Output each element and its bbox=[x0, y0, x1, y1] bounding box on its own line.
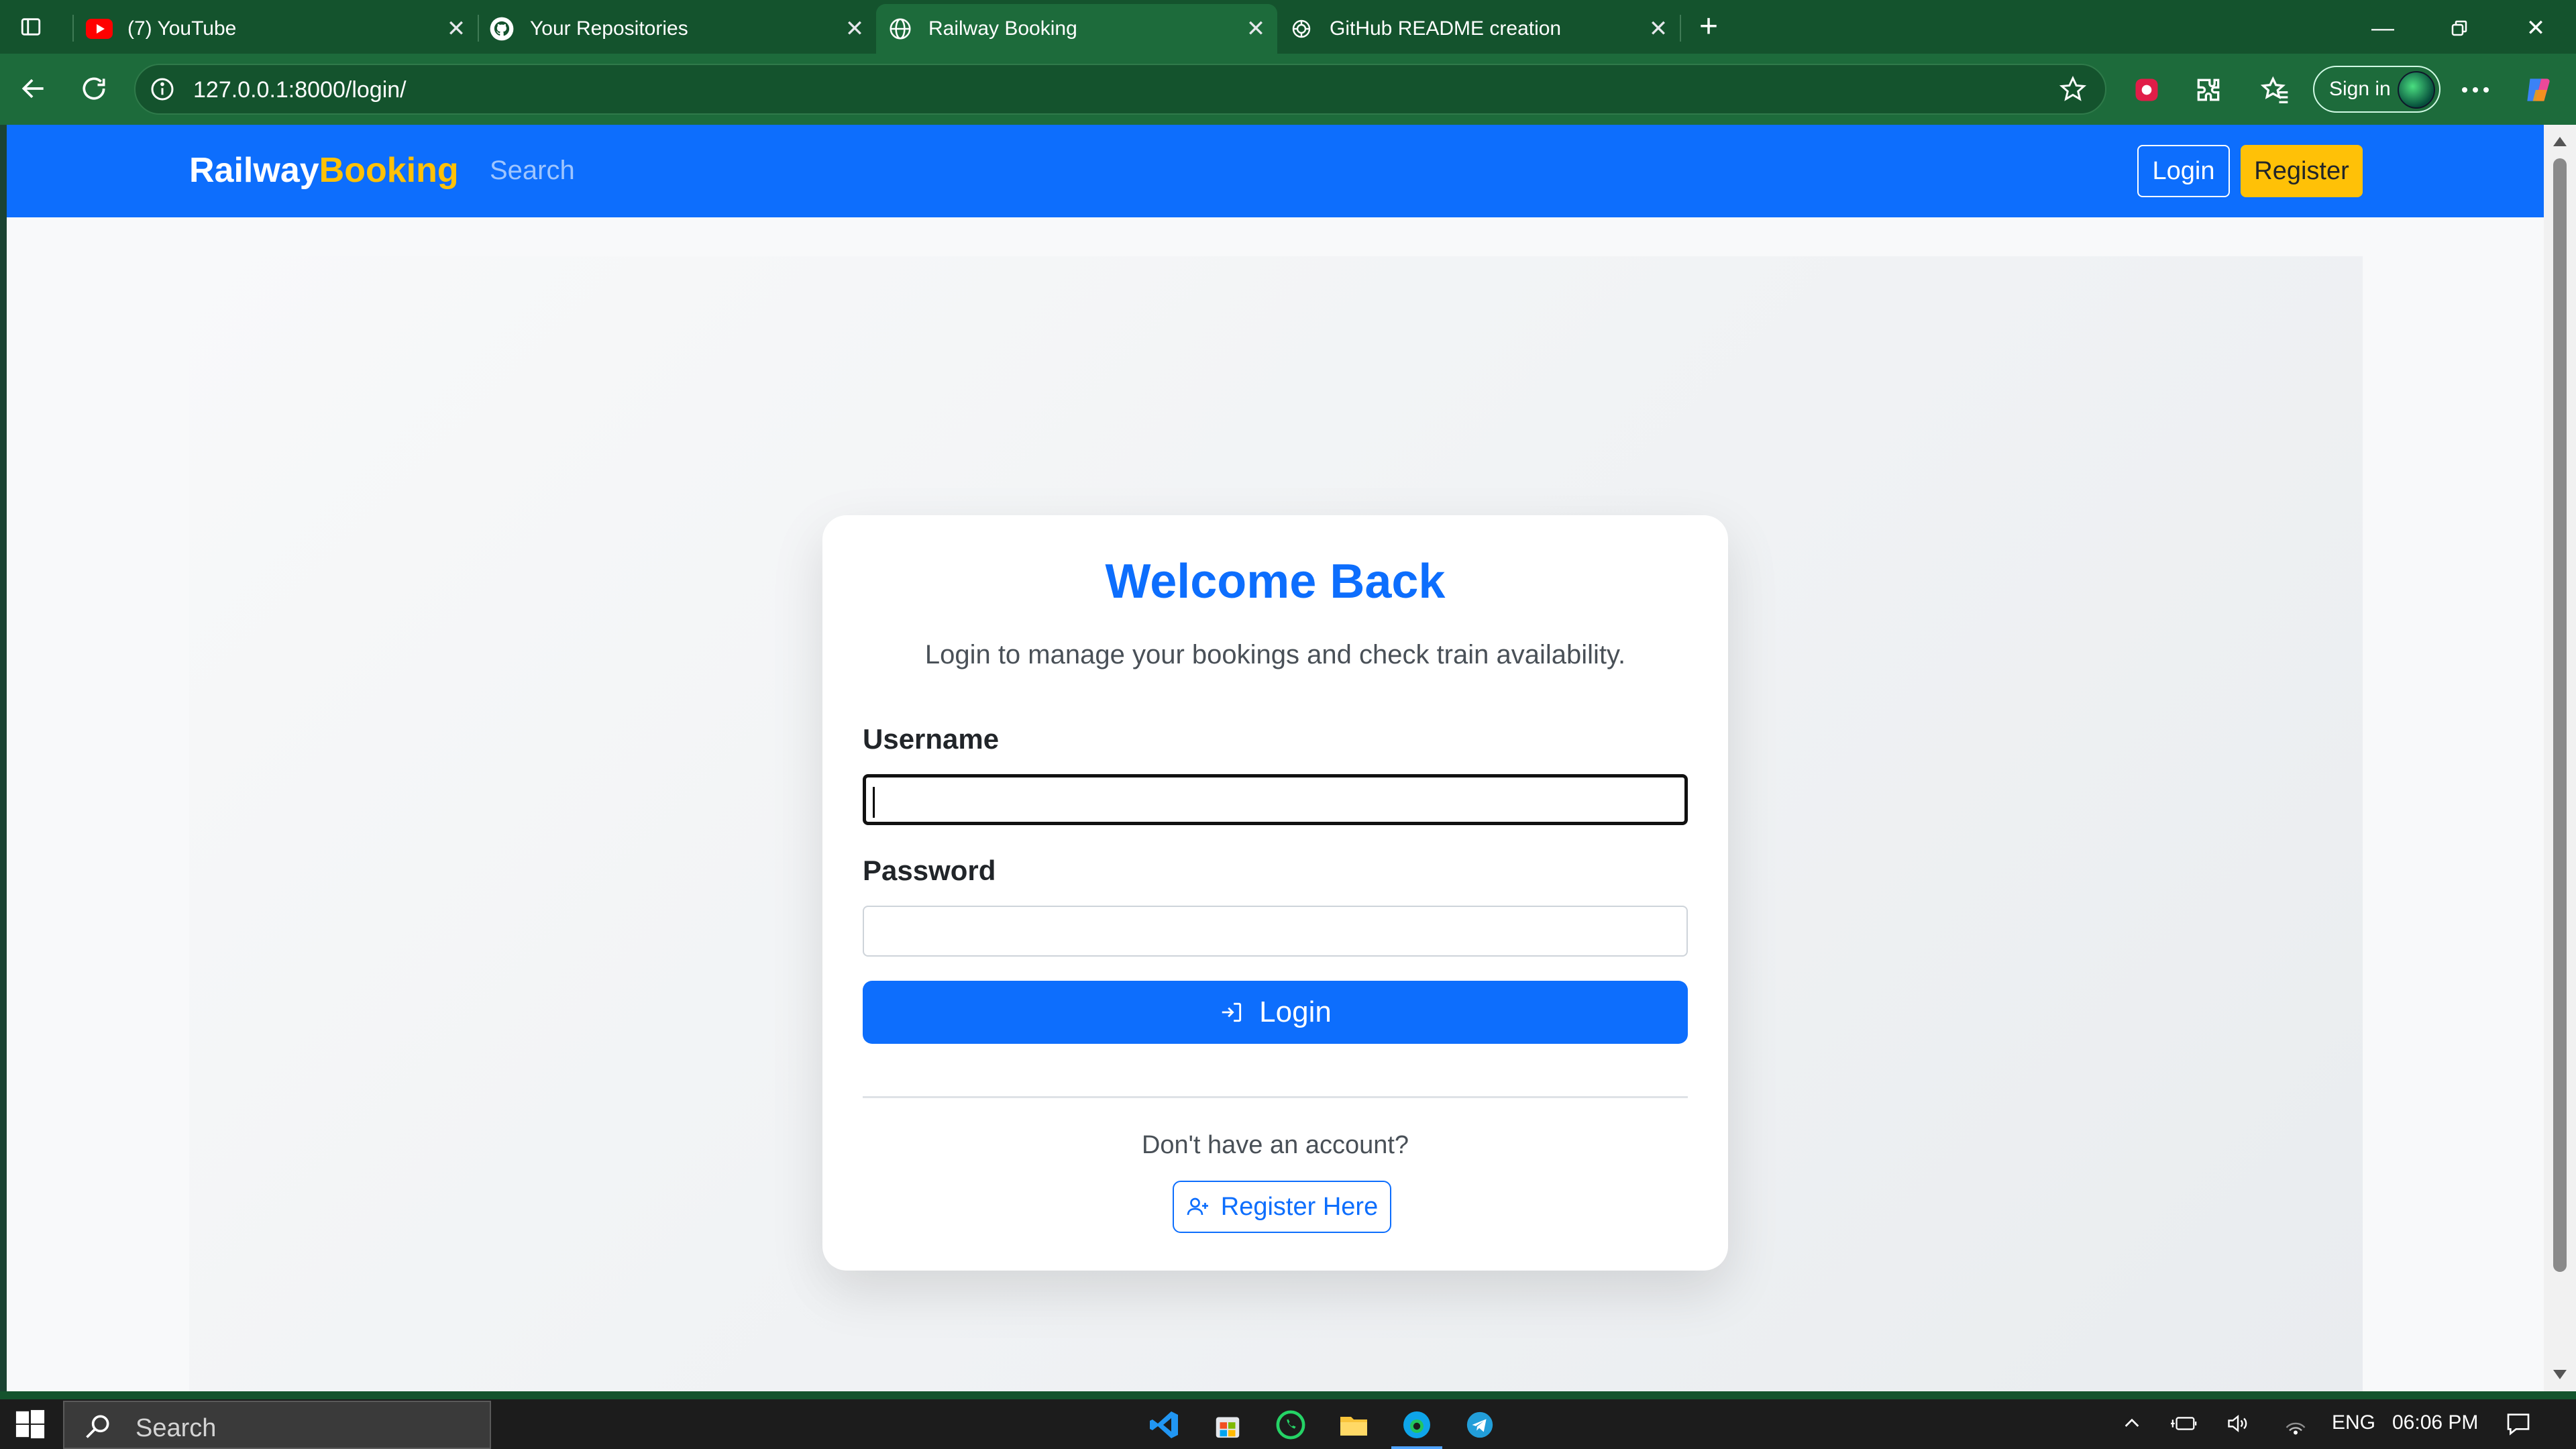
close-tab-icon[interactable]: ✕ bbox=[443, 15, 470, 42]
tab-title: Your Repositories bbox=[530, 17, 688, 40]
taskbar-search-box[interactable]: Search bbox=[63, 1401, 491, 1449]
tab-railway-booking[interactable]: Railway Booking ✕ bbox=[876, 4, 1277, 54]
close-tab-icon[interactable]: ✕ bbox=[1645, 15, 1672, 42]
person-add-icon bbox=[1187, 1197, 1208, 1216]
tab-title: GitHub README creation bbox=[1330, 17, 1562, 40]
restore-icon[interactable] bbox=[2432, 9, 2486, 47]
no-account-text: Don't have an account? bbox=[1141, 1131, 1409, 1159]
sign-in-button[interactable]: Sign in bbox=[2313, 66, 2440, 113]
page-subtitle: Login to manage your bookings and check … bbox=[924, 640, 1626, 669]
register-here-label: Register Here bbox=[1220, 1192, 1379, 1221]
volume-icon[interactable] bbox=[2224, 1410, 2251, 1437]
extension-red-icon[interactable] bbox=[2128, 71, 2165, 109]
username-label: Username bbox=[863, 723, 1000, 755]
more-options-icon[interactable] bbox=[2457, 71, 2494, 109]
favorite-star-icon[interactable] bbox=[2058, 74, 2088, 104]
scroll-thumb[interactable] bbox=[2553, 158, 2567, 1272]
username-field[interactable] bbox=[863, 774, 1688, 825]
extensions-icon[interactable] bbox=[2190, 71, 2227, 109]
scroll-down-arrow-icon[interactable] bbox=[2553, 1370, 2567, 1379]
nav-register-button[interactable]: Register bbox=[2241, 145, 2363, 197]
brand-logo[interactable]: RailwayBooking bbox=[189, 150, 459, 191]
tab-title: (7) YouTube bbox=[127, 17, 237, 40]
favorites-icon[interactable] bbox=[2257, 71, 2294, 109]
notifications-icon[interactable] bbox=[2505, 1410, 2532, 1437]
site-info-icon[interactable] bbox=[149, 76, 176, 103]
file-explorer-icon[interactable] bbox=[1335, 1406, 1373, 1444]
page-viewport: RailwayBooking Search Login Register Wel… bbox=[7, 125, 2544, 1391]
search-icon bbox=[83, 1411, 113, 1444]
globe-icon bbox=[887, 15, 914, 42]
sign-in-arrow-icon bbox=[1222, 1002, 1242, 1022]
new-tab-icon[interactable]: + bbox=[1692, 9, 1725, 44]
back-icon[interactable] bbox=[13, 68, 54, 109]
window-bottom-border bbox=[0, 1391, 2576, 1399]
tray-chevron-up-icon[interactable] bbox=[2118, 1410, 2145, 1437]
microsoft-store-icon[interactable] bbox=[1209, 1406, 1246, 1444]
language-indicator[interactable]: ENG bbox=[2332, 1411, 2375, 1434]
password-label: Password bbox=[863, 855, 996, 886]
brand-accent: Booking bbox=[319, 151, 459, 190]
edge-browser-icon[interactable] bbox=[1391, 1406, 1442, 1449]
reload-icon[interactable] bbox=[74, 68, 114, 109]
telegram-icon[interactable] bbox=[1461, 1406, 1499, 1444]
nav-search-link[interactable]: Search bbox=[490, 156, 575, 186]
youtube-icon bbox=[86, 15, 113, 42]
page-scrollbar[interactable] bbox=[2544, 125, 2576, 1391]
page-title: Welcome Back bbox=[1105, 555, 1446, 608]
taskbar: Search ENG 06:06 PM bbox=[0, 1399, 2576, 1449]
text-caret bbox=[873, 787, 875, 818]
taskbar-search-label: Search bbox=[136, 1414, 217, 1442]
site-navbar: RailwayBooking Search Login Register bbox=[7, 125, 2544, 217]
sidebar-toggle-icon[interactable] bbox=[16, 12, 46, 42]
wifi-icon[interactable] bbox=[2282, 1410, 2309, 1437]
close-window-icon[interactable]: ✕ bbox=[2509, 9, 2563, 47]
login-card: Welcome Back Login to manage your bookin… bbox=[822, 515, 1728, 1271]
github-icon bbox=[488, 15, 515, 42]
vscode-icon[interactable] bbox=[1146, 1406, 1183, 1444]
whatsapp-icon[interactable] bbox=[1272, 1406, 1309, 1444]
url-text[interactable]: 127.0.0.1:8000/login/ bbox=[193, 77, 407, 103]
browser-toolbar: 127.0.0.1:8000/login/ Sign in bbox=[0, 54, 2576, 125]
password-field[interactable] bbox=[863, 906, 1688, 957]
clock[interactable]: 06:06 PM bbox=[2392, 1411, 2478, 1434]
avatar bbox=[2398, 71, 2435, 109]
login-submit-button[interactable]: Login bbox=[863, 981, 1688, 1044]
minimize-icon[interactable]: — bbox=[2356, 9, 2410, 47]
address-bar[interactable]: 127.0.0.1:8000/login/ bbox=[134, 64, 2106, 115]
login-submit-label: Login bbox=[1259, 996, 1332, 1028]
tab-github-repos[interactable]: Your Repositories ✕ bbox=[478, 4, 876, 54]
close-tab-icon[interactable]: ✕ bbox=[1242, 15, 1269, 42]
divider bbox=[863, 1096, 1688, 1098]
copilot-icon[interactable] bbox=[2520, 71, 2557, 109]
windows-start-icon[interactable] bbox=[15, 1409, 46, 1440]
browser-tab-strip: (7) YouTube ✕ Your Repositories ✕ Railwa… bbox=[0, 0, 2576, 54]
sign-in-label: Sign in bbox=[2329, 78, 2391, 100]
openai-icon bbox=[1288, 15, 1315, 42]
register-here-button[interactable]: Register Here bbox=[1173, 1181, 1391, 1233]
scroll-up-arrow-icon[interactable] bbox=[2553, 137, 2567, 146]
tab-youtube[interactable]: (7) YouTube ✕ bbox=[75, 4, 478, 54]
nav-login-button[interactable]: Login bbox=[2137, 145, 2230, 197]
tab-github-readme[interactable]: GitHub README creation ✕ bbox=[1277, 4, 1680, 54]
battery-icon[interactable] bbox=[2171, 1410, 2198, 1437]
close-tab-icon[interactable]: ✕ bbox=[841, 15, 868, 42]
tab-title: Railway Booking bbox=[928, 17, 1077, 40]
brand-main: Railway bbox=[189, 151, 319, 190]
